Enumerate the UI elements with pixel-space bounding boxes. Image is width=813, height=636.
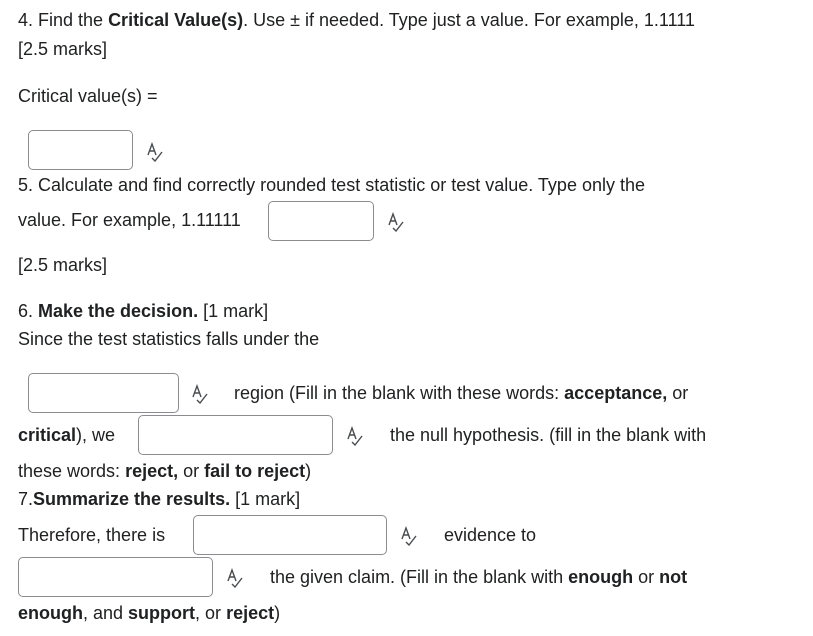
claim-input[interactable] [18, 557, 213, 597]
q6-critical-text: critical), we [18, 424, 115, 446]
q7-and: , and [83, 603, 129, 623]
q6-after-critical: ), we [76, 425, 116, 445]
q6-these-words: these words: reject, or fail to reject) [18, 460, 311, 482]
decision-input[interactable] [138, 415, 333, 455]
q6-word-critical: critical [18, 425, 77, 445]
critical-value-input[interactable] [28, 130, 133, 170]
q6-these-words-label: these words: [18, 461, 126, 481]
q6-after-blank2: the null hypothesis. (fill in the blank … [390, 425, 707, 445]
q7-or1: or [633, 567, 660, 587]
q6-word-acceptance: acceptance, [564, 383, 668, 403]
q7-prefix: 7. [18, 489, 34, 509]
spellcheck-icon[interactable] [346, 426, 364, 446]
q7-after-blank2: the given claim. (Fill in the blank with [270, 567, 569, 587]
q4-marks: [2.5 marks] [18, 39, 108, 59]
q6-after-blank1: region (Fill in the blank with these wor… [234, 383, 565, 403]
spellcheck-icon[interactable] [400, 526, 418, 546]
q4-answer-label: Critical value(s) = [18, 86, 158, 106]
q6-prefix: 6. [18, 301, 39, 321]
spellcheck-icon[interactable] [191, 384, 209, 404]
q7-word-enough2: enough [18, 603, 83, 623]
q4-suffix: . Use ± if needed. Type just a value. Fo… [243, 10, 695, 30]
q7-heading: 7.Summarize the results. [1 mark] [18, 488, 300, 510]
q6-or1: or [667, 383, 689, 403]
q6-heading: 6. Make the decision. [1 mark] [18, 300, 268, 322]
q7-claim-text: the given claim. (Fill in the blank with… [270, 566, 687, 588]
spellcheck-icon[interactable] [387, 212, 405, 232]
q7-evidence-to: evidence to [444, 525, 537, 545]
test-statistic-input[interactable] [268, 201, 374, 241]
q7-therefore: Therefore, there is [18, 525, 166, 545]
q5-line1: 5. Calculate and find correctly rounded … [18, 175, 646, 195]
q7-close: ) [274, 603, 281, 623]
q6-close: ) [305, 461, 312, 481]
spellcheck-icon[interactable] [226, 568, 244, 588]
q5-marks: [2.5 marks] [18, 255, 108, 275]
q6-word-fail: fail to reject [204, 461, 306, 481]
q7-or2: , or [195, 603, 227, 623]
q6-bold: Make the decision. [38, 301, 199, 321]
q4-heading: 4. Find the Critical Value(s). Use ± if … [18, 9, 695, 31]
q7-marks: [1 mark] [230, 489, 301, 509]
q4-prefix: 4. Find the [18, 10, 109, 30]
q6-word-reject: reject, [125, 461, 179, 481]
q7-bold: Summarize the results. [33, 489, 231, 509]
q6-or2: or [178, 461, 205, 481]
q7-word-enough: enough [568, 567, 634, 587]
q5-line2: value. For example, 1.11111 [18, 210, 241, 230]
q6-marks: [1 mark] [198, 301, 269, 321]
q7-word-reject: reject [226, 603, 275, 623]
region-input[interactable] [28, 373, 179, 413]
q6-line2: Since the test statistics falls under th… [18, 329, 320, 349]
q7-word-not: not [659, 567, 688, 587]
spellcheck-icon[interactable] [146, 142, 164, 162]
q4-bold: Critical Value(s) [108, 10, 244, 30]
q6-region-text: region (Fill in the blank with these wor… [234, 382, 688, 404]
evidence-input[interactable] [193, 515, 387, 555]
q7-word-support: support [128, 603, 196, 623]
q7-last-line: enough, and support, or reject) [18, 602, 280, 624]
